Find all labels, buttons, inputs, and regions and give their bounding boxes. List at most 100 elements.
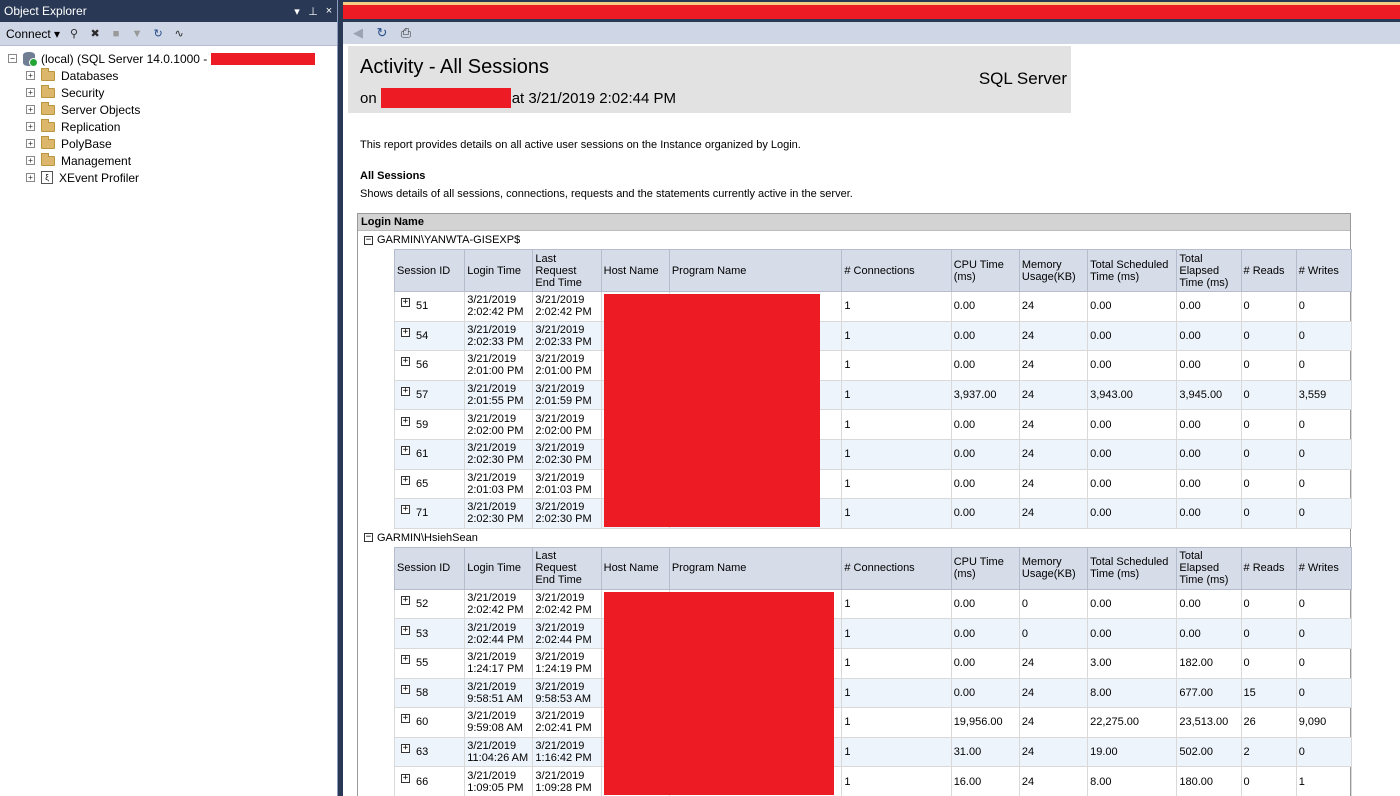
collapse-icon[interactable]: − <box>8 54 17 63</box>
cell-total-elapsed-time: 0.00 <box>1176 350 1242 381</box>
tree-node-databases[interactable]: + Databases <box>0 67 337 84</box>
table-row[interactable]: +53 3/21/2019 2:02:44 PM 3/21/2019 2:02:44 P… <box>393 618 1353 649</box>
cell-session-id: +63 <box>393 736 466 768</box>
column-header-last-request-end-time[interactable]: Last Request End Time <box>532 546 602 590</box>
expand-icon[interactable]: + <box>26 173 35 182</box>
table-row[interactable]: +63 3/21/2019 11:04:26 AM 3/21/2019 1:16:42 … <box>393 736 1353 768</box>
pin-button[interactable]: ⊥ <box>305 5 321 18</box>
disconnect-icon[interactable]: ✖ <box>88 27 102 41</box>
table-row[interactable]: +57 3/21/2019 2:01:55 PM 3/21/2019 2:01:59 P… <box>393 379 1353 411</box>
column-header-last-request-end-time[interactable]: Last Request End Time <box>532 249 602 292</box>
column-header-reads[interactable]: # Reads <box>1240 546 1297 590</box>
expand-icon[interactable]: + <box>401 625 410 635</box>
table-row[interactable]: +51 3/21/2019 2:02:42 PM 3/21/2019 2:02:42 P… <box>393 291 1353 322</box>
expand-icon[interactable]: + <box>401 744 410 754</box>
cell-total-scheduled-time: 22,275.00 <box>1087 707 1178 738</box>
column-header-total-elapsed-time[interactable]: Total Elapsed Time (ms) <box>1176 249 1242 292</box>
session-id: 61 <box>416 448 429 461</box>
connect-button[interactable]: Connect ▾ <box>6 27 60 41</box>
column-header-connections[interactable]: # Connections <box>841 249 952 292</box>
column-header-session-id[interactable]: Session ID <box>393 249 466 292</box>
table-row[interactable]: +59 3/21/2019 2:02:00 PM 3/21/2019 2:02:00 P… <box>393 409 1353 440</box>
column-header-host-name[interactable]: Host Name <box>600 546 670 590</box>
close-panel-button[interactable]: × <box>321 5 337 17</box>
connect-plug-icon[interactable]: ⚲ <box>67 27 81 41</box>
table-row[interactable]: +58 3/21/2019 9:58:51 AM 3/21/2019 9:58:53 A… <box>393 677 1353 709</box>
expand-icon[interactable]: + <box>26 122 35 131</box>
expand-icon[interactable]: + <box>26 156 35 165</box>
expand-icon[interactable]: + <box>401 298 410 308</box>
expand-icon[interactable]: + <box>401 357 410 367</box>
table-row[interactable]: +71 3/21/2019 2:02:30 PM 3/21/2019 2:02:30 P… <box>393 498 1353 529</box>
expand-icon[interactable]: + <box>401 446 410 456</box>
stop-icon[interactable]: ■ <box>109 27 123 41</box>
table-row[interactable]: +60 3/21/2019 9:59:08 AM 3/21/2019 2:02:41 P… <box>393 707 1353 738</box>
table-header-row: Session ID Login Time Last Request End Tim… <box>393 249 1353 292</box>
cell-total-scheduled-time: 0.00 <box>1087 438 1178 470</box>
redacted-document-tab[interactable] <box>343 2 1400 19</box>
cell-last-request-end-time: 3/21/2019 1:24:19 PM <box>532 647 602 679</box>
cell-reads: 0 <box>1240 320 1297 352</box>
tree-node-security[interactable]: + Security <box>0 84 337 101</box>
tree-node-management[interactable]: + Management <box>0 152 337 169</box>
tree-node-server-objects[interactable]: + Server Objects <box>0 101 337 118</box>
cell-cpu-time: 0.00 <box>950 677 1020 709</box>
tree-node-replication[interactable]: + Replication <box>0 118 337 135</box>
column-header-program-name[interactable]: Program Name <box>668 249 843 292</box>
column-header-login-time[interactable]: Login Time <box>464 249 534 292</box>
expand-icon[interactable]: + <box>401 416 410 426</box>
expand-icon[interactable]: + <box>401 596 410 606</box>
tree-node-xevent-profiler[interactable]: + ξ XEvent Profiler <box>0 169 337 186</box>
column-header-program-name[interactable]: Program Name <box>668 546 843 590</box>
expand-icon[interactable]: + <box>401 505 410 515</box>
refresh-icon[interactable]: ↻ <box>375 25 389 41</box>
activity-monitor-icon[interactable]: ∿ <box>172 27 186 41</box>
tree-node-polybase[interactable]: + PolyBase <box>0 135 337 152</box>
expand-icon[interactable]: + <box>26 71 35 80</box>
column-header-total-scheduled-time[interactable]: Total Scheduled Time (ms) <box>1087 249 1178 292</box>
collapse-icon[interactable]: − <box>364 533 373 543</box>
table-row[interactable]: +52 3/21/2019 2:02:42 PM 3/21/2019 2:02:42 P… <box>393 588 1353 620</box>
tree-node-server[interactable]: − (local) (SQL Server 14.0.1000 - <box>0 50 337 67</box>
table-row[interactable]: +66 3/21/2019 1:09:05 PM 3/21/2019 1:09:28 P… <box>393 766 1353 796</box>
expand-icon[interactable]: + <box>401 475 410 485</box>
panel-menu-button[interactable]: ▾ <box>289 5 305 18</box>
expand-icon[interactable]: + <box>401 773 410 783</box>
expand-icon[interactable]: + <box>401 684 410 694</box>
table-row[interactable]: +56 3/21/2019 2:01:00 PM 3/21/2019 2:01:00 P… <box>393 350 1353 381</box>
expand-icon[interactable]: + <box>401 387 410 397</box>
column-header-cpu-time[interactable]: CPU Time (ms) <box>950 249 1020 292</box>
column-header-writes[interactable]: # Writes <box>1295 546 1353 590</box>
column-header-connections[interactable]: # Connections <box>841 546 952 590</box>
login-group: − GARMIN\HsiehSean Session ID Login Time Las… <box>358 529 1353 796</box>
column-header-total-elapsed-time[interactable]: Total Elapsed Time (ms) <box>1176 546 1242 590</box>
column-header-session-id[interactable]: Session ID <box>393 546 466 590</box>
column-header-memory-usage[interactable]: Memory Usage(KB) <box>1018 249 1089 292</box>
print-icon[interactable]: ⎙ <box>399 25 413 41</box>
refresh-icon[interactable]: ↻ <box>151 27 165 41</box>
expand-icon[interactable]: + <box>26 88 35 97</box>
column-header-cpu-time[interactable]: CPU Time (ms) <box>950 546 1020 590</box>
collapse-icon[interactable]: − <box>364 235 373 245</box>
column-header-memory-usage[interactable]: Memory Usage(KB) <box>1018 546 1089 590</box>
cell-login-time: 3/21/2019 2:01:00 PM <box>464 350 534 381</box>
login-group-header[interactable]: − GARMIN\YANWTA-GISEXP$ <box>358 231 1350 249</box>
column-header-reads[interactable]: # Reads <box>1240 249 1297 292</box>
expand-icon[interactable]: + <box>26 139 35 148</box>
filter-icon[interactable]: ▼ <box>130 27 144 41</box>
back-icon[interactable]: ◀ <box>351 25 365 41</box>
cell-last-request-end-time: 3/21/2019 9:58:53 AM <box>532 677 602 709</box>
expand-icon[interactable]: + <box>401 327 410 337</box>
table-row[interactable]: +65 3/21/2019 2:01:03 PM 3/21/2019 2:01:03 P… <box>393 468 1353 500</box>
table-row[interactable]: +55 3/21/2019 1:24:17 PM 3/21/2019 1:24:19 P… <box>393 647 1353 679</box>
column-header-writes[interactable]: # Writes <box>1295 249 1353 292</box>
table-row[interactable]: +54 3/21/2019 2:02:33 PM 3/21/2019 2:02:33 P… <box>393 320 1353 352</box>
expand-icon[interactable]: + <box>401 655 410 665</box>
column-header-host-name[interactable]: Host Name <box>600 249 670 292</box>
login-group-header[interactable]: − GARMIN\HsiehSean <box>358 529 1350 547</box>
table-row[interactable]: +61 3/21/2019 2:02:30 PM 3/21/2019 2:02:30 P… <box>393 438 1353 470</box>
column-header-login-time[interactable]: Login Time <box>464 546 534 590</box>
expand-icon[interactable]: + <box>401 714 410 724</box>
column-header-total-scheduled-time[interactable]: Total Scheduled Time (ms) <box>1087 546 1178 590</box>
expand-icon[interactable]: + <box>26 105 35 114</box>
